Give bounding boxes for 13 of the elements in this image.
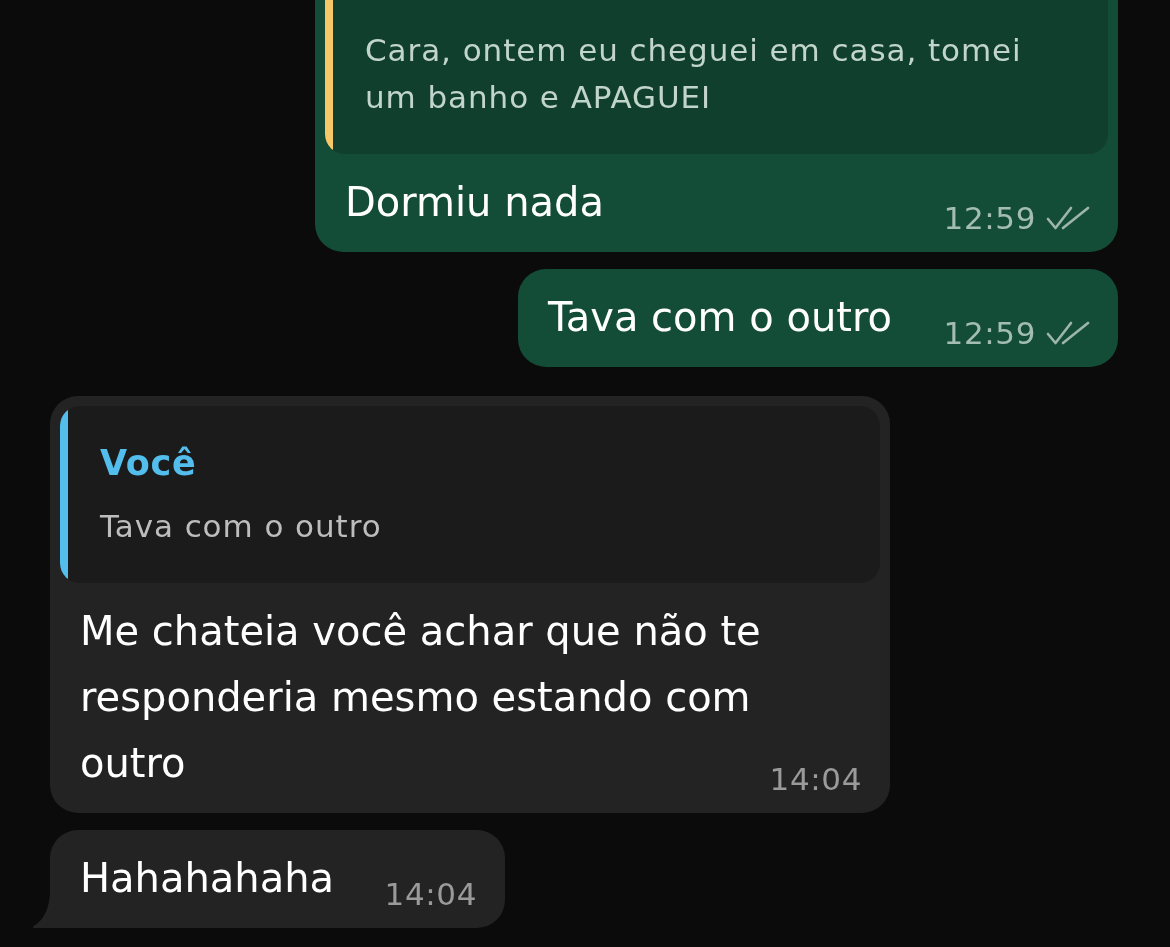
message-text: Dormiu nada — [345, 179, 604, 225]
message-time: 12:59 — [943, 316, 1036, 350]
quote-text: Cara, ontem eu cheguei em casa, tomei um banho e APAGUEI — [365, 31, 1023, 117]
message-text: Tava com o outro — [547, 294, 892, 340]
message-text: Hahahahaha — [80, 855, 335, 901]
message-time: 14:04 — [384, 877, 478, 911]
quoted-message[interactable]: Cara, ontem eu cheguei em casa, tomei um banho e APAGUEI — [325, 0, 1108, 154]
quoted-message[interactable]: Você Tava com o outro — [60, 406, 880, 583]
message-time: 12:59 — [943, 201, 1036, 235]
message-time: 14:04 — [769, 762, 862, 796]
quote-text: Tava com o outro — [100, 507, 382, 546]
message-text: Me chateia você achar que não te responderia mesmo estando com outro — [80, 608, 761, 786]
quote-sender: Você — [100, 442, 198, 485]
